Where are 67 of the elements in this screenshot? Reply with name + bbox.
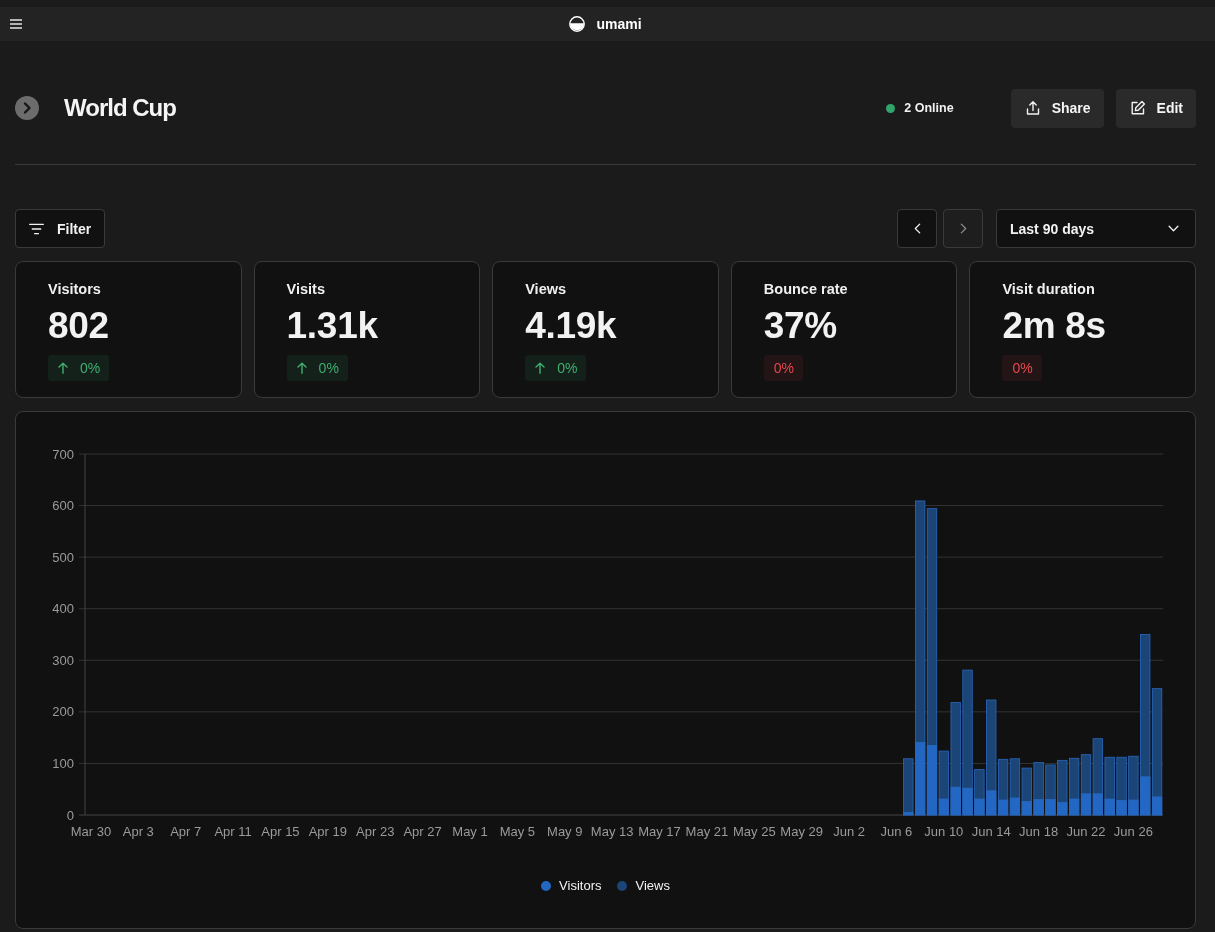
status-dot-icon: [886, 103, 896, 113]
stat-label: Visit duration: [1002, 281, 1095, 297]
x-axis-label: Jun 14: [971, 824, 1011, 839]
stat-value: 1.31k: [286, 306, 378, 346]
y-axis-label: 500: [52, 549, 74, 565]
x-axis-label: May 9: [547, 824, 583, 839]
stat-label: Visits: [286, 281, 326, 297]
stat-label: Visitors: [48, 281, 101, 297]
website-title: World Cup: [64, 94, 176, 122]
x-axis-label: Jun 6: [880, 824, 913, 839]
logo-icon: [569, 16, 586, 32]
y-axis-label: 400: [52, 601, 74, 617]
chevron-down-icon: [1168, 225, 1179, 232]
x-axis-label: Jun 22: [1066, 824, 1106, 839]
menu-button[interactable]: [10, 19, 22, 29]
x-axis-label: Apr 15: [261, 824, 300, 839]
change-percent: 0%: [557, 360, 578, 376]
filter-icon: [29, 222, 44, 235]
edit-button[interactable]: Edit: [1115, 88, 1196, 128]
x-axis-label: Apr 3: [122, 824, 154, 839]
y-axis-label: 0: [66, 807, 74, 823]
y-axis-label: 600: [52, 498, 74, 514]
x-axis-label: Jun 10: [924, 824, 964, 839]
stat-label: Views: [525, 281, 567, 297]
x-axis-label: Mar 30: [70, 824, 112, 839]
filter-button[interactable]: Filter: [15, 209, 106, 248]
y-axis-label: 100: [52, 755, 74, 771]
x-axis-label: May 25: [733, 824, 776, 839]
x-axis-label: May 1: [452, 824, 488, 839]
x-axis-label: Jun 2: [833, 824, 865, 839]
x-axis-label: May 17: [638, 824, 681, 839]
y-axis-label: 700: [52, 446, 74, 462]
x-axis-label: Apr 27: [403, 824, 442, 839]
stat-value: 2m 8s: [1002, 306, 1106, 346]
x-axis-label: Jun 18: [1019, 824, 1059, 839]
chevron-right-icon: [959, 223, 967, 234]
x-axis-label: Jun 26: [1113, 824, 1153, 839]
x-axis-label: May 29: [780, 824, 823, 839]
change-percent: 0%: [773, 360, 795, 376]
online-count: 2 Online: [904, 101, 954, 115]
x-axis-label: Apr 7: [170, 824, 202, 839]
edit-icon: [1129, 100, 1146, 116]
chevron-left-icon: [913, 223, 921, 234]
change-percent: 0%: [80, 360, 101, 376]
y-axis-label: 300: [52, 652, 74, 668]
legend-label[interactable]: Views: [635, 878, 670, 893]
collapse-button[interactable]: [15, 96, 39, 120]
x-axis-label: Apr 23: [356, 824, 395, 839]
y-axis-label: 200: [52, 704, 74, 720]
share-icon: [1024, 100, 1041, 116]
stat-label: Bounce rate: [763, 281, 848, 297]
x-axis-label: Apr 11: [214, 824, 252, 839]
chevron-circle-icon: [15, 96, 39, 120]
x-axis-label: May 21: [685, 824, 729, 839]
change-percent: 0%: [1012, 360, 1033, 376]
x-axis-label: May 5: [499, 824, 536, 839]
stat-value: 4.19k: [525, 306, 617, 346]
x-axis-label: Apr 19: [308, 824, 347, 839]
date-range-dropdown[interactable]: Last 90 days: [996, 209, 1196, 248]
x-axis-label: May 13: [590, 824, 634, 839]
brand-name: umami: [596, 16, 642, 32]
change-percent: 0%: [318, 360, 339, 376]
stat-value: 802: [48, 306, 109, 346]
share-button[interactable]: Share: [1010, 88, 1104, 128]
stat-value: 37%: [763, 306, 837, 346]
legend-label[interactable]: Visitors: [559, 878, 602, 893]
menu-icon: [10, 19, 22, 29]
